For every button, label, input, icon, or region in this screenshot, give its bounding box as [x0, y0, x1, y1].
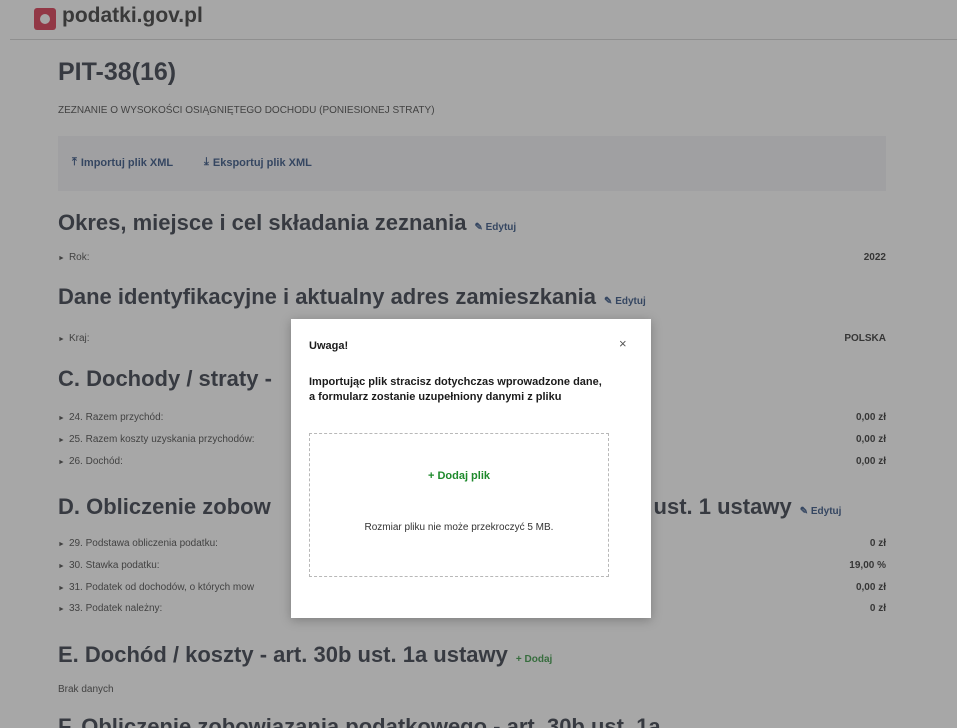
- add-file-button[interactable]: + Dodaj plik: [310, 470, 608, 482]
- file-dropzone[interactable]: + Dodaj plik Rozmiar pliku nie może prze…: [309, 433, 609, 577]
- file-size-note: Rozmiar pliku nie może przekroczyć 5 MB.: [364, 522, 554, 533]
- modal-message: Importując plik stracisz dotychczas wpro…: [309, 376, 602, 403]
- close-icon[interactable]: ×: [619, 336, 627, 351]
- import-warning-modal: Uwaga! × Importując plik stracisz dotych…: [291, 319, 651, 618]
- modal-title: Uwaga!: [309, 340, 349, 352]
